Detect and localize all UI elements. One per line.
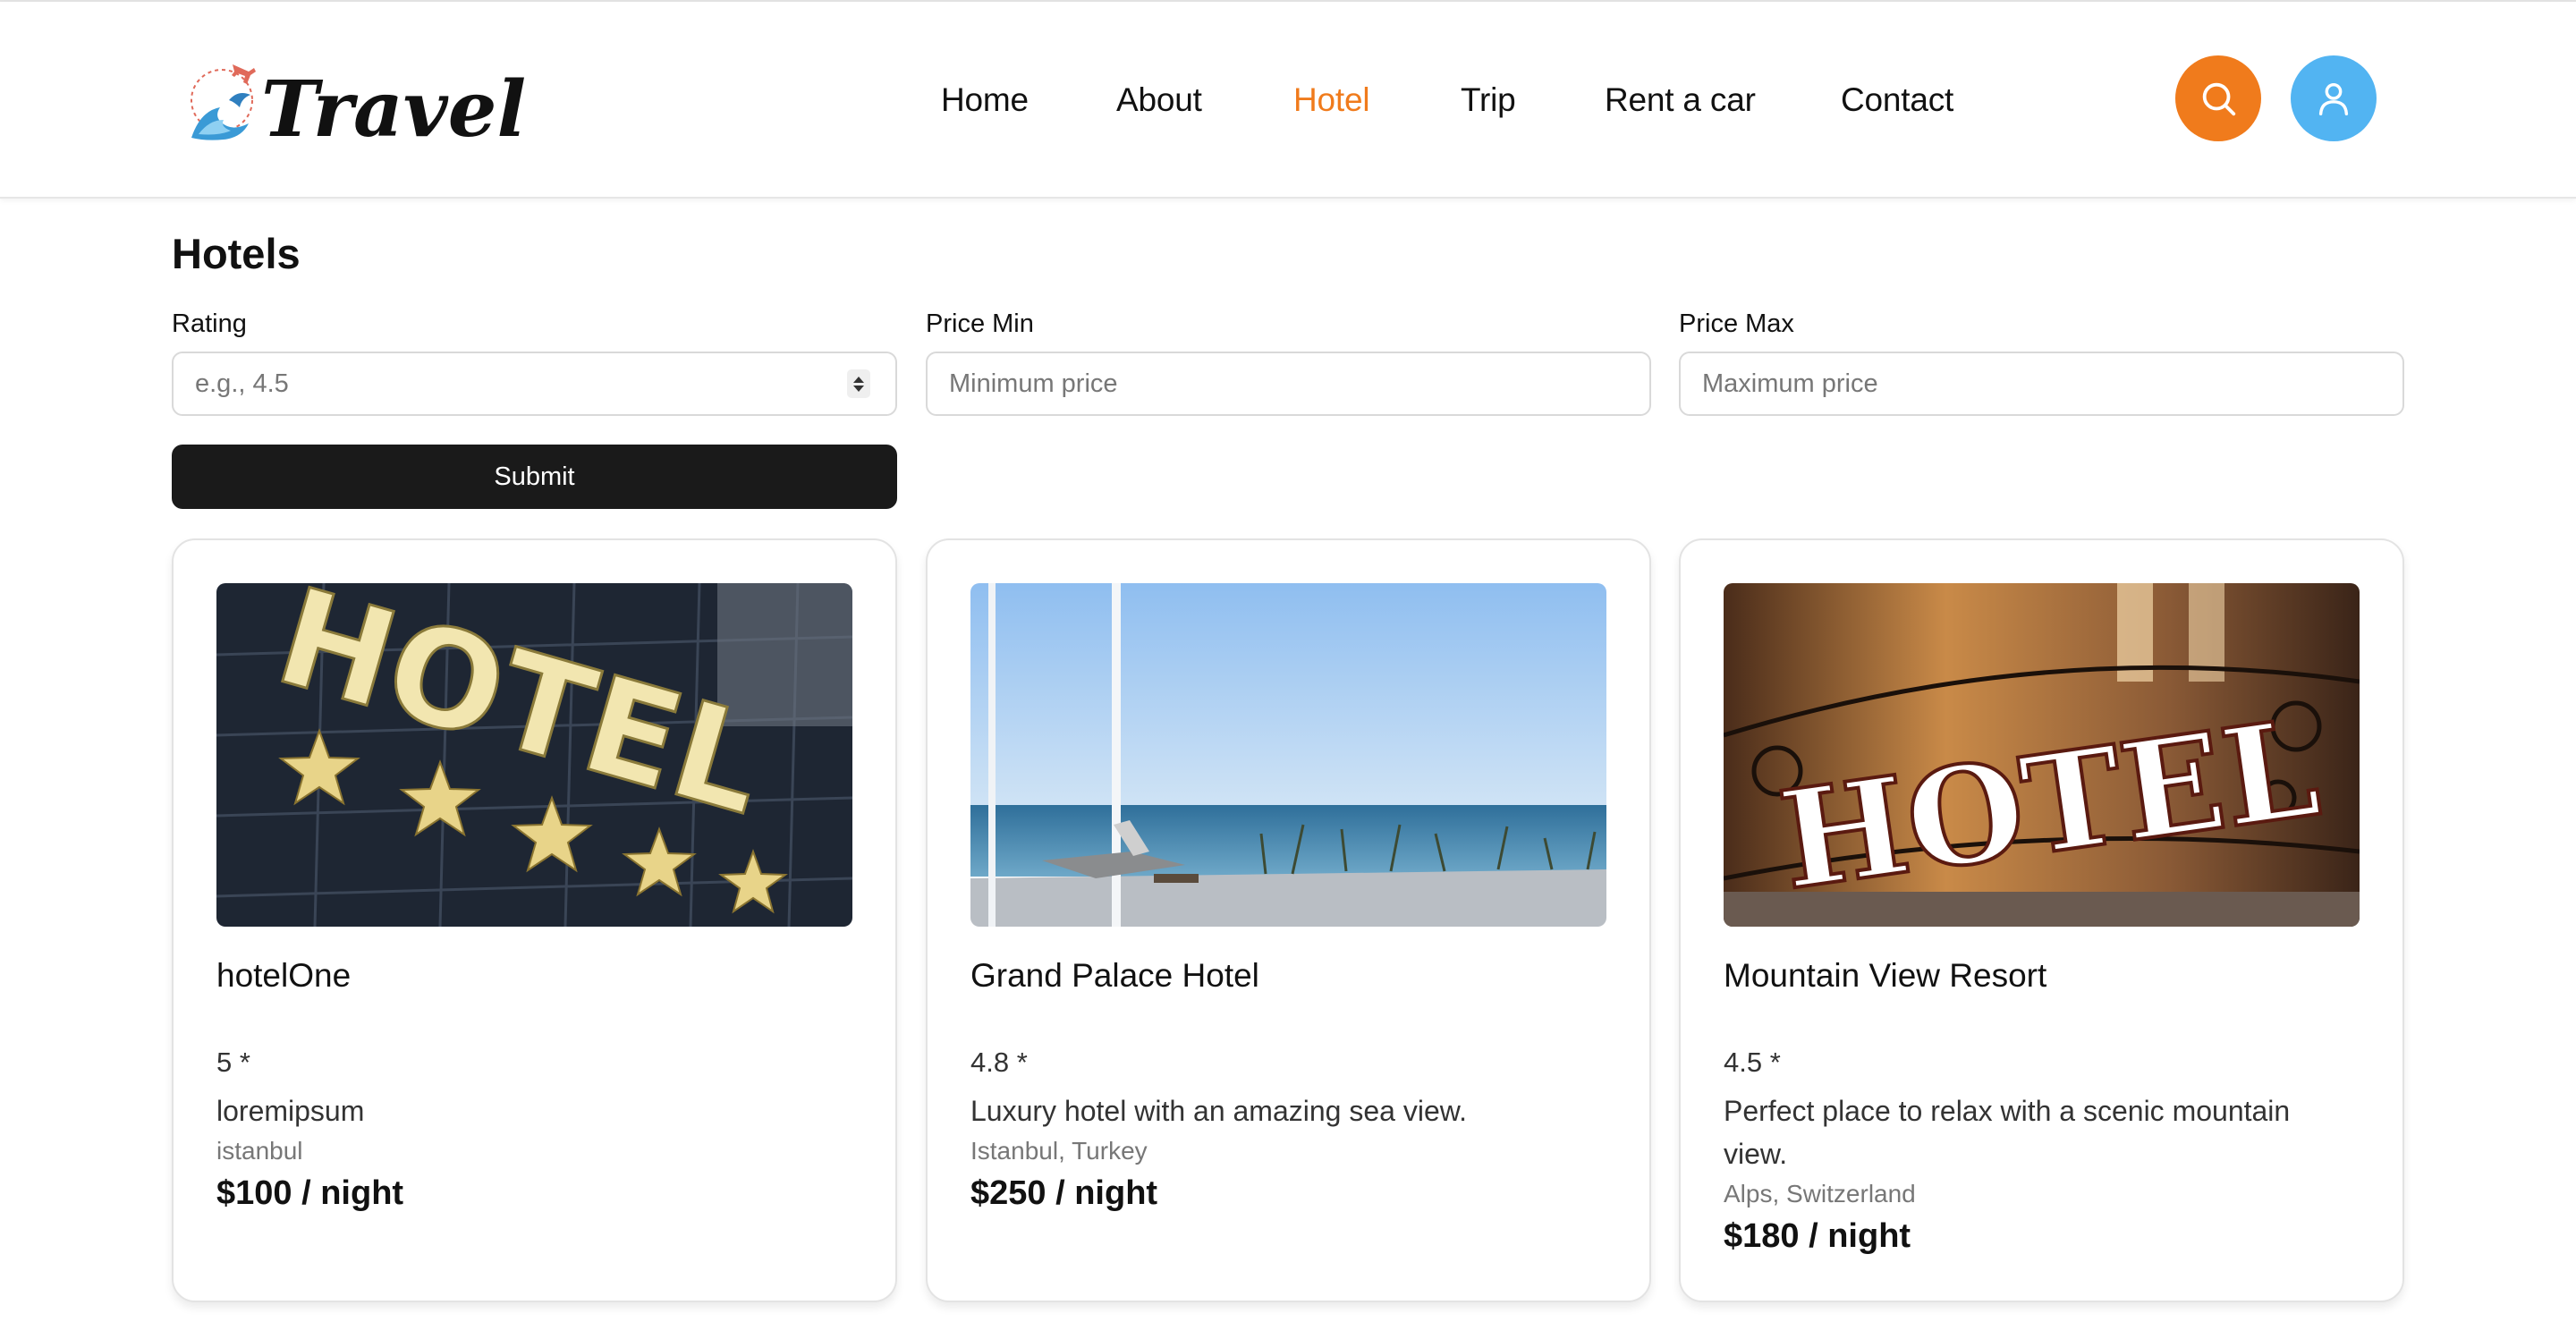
hotel-rating: 5 * (216, 1047, 250, 1078)
hotel-price: $250 / night (970, 1174, 1158, 1212)
user-account-button[interactable] (2291, 55, 2377, 141)
search-icon (2202, 82, 2236, 116)
hotel-card[interactable]: HOTEL hotelOne 5 * loremipsum istanbul $… (172, 538, 897, 1302)
hotel-sign-stars-image: HOTEL (216, 583, 852, 927)
rating-label: Rating (172, 309, 247, 338)
hotel-price: $100 / night (216, 1174, 404, 1212)
stepper-down-icon[interactable] (853, 385, 864, 392)
brand-logo[interactable]: Travel (179, 48, 537, 156)
nav-about[interactable]: About (1116, 75, 1202, 125)
nav-hotel[interactable]: Hotel (1293, 75, 1370, 125)
hotel-location: Istanbul, Turkey (970, 1137, 1148, 1165)
price-max-input[interactable] (1679, 352, 2404, 416)
hotel-description: Luxury hotel with an amazing sea view. (970, 1095, 1467, 1127)
hotel-location: Alps, Switzerland (1724, 1180, 1916, 1208)
travel-logo-icon: Travel (191, 64, 526, 155)
nav-rent-a-car[interactable]: Rent a car (1605, 75, 1756, 125)
page-title: Hotels (172, 230, 301, 277)
hotel-name: Grand Palace Hotel (970, 957, 1259, 994)
search-button[interactable] (2175, 55, 2261, 141)
hotel-rating: 4.5 * (1724, 1047, 1781, 1078)
sea-view-terrace-image (970, 583, 1606, 927)
svg-text:Travel: Travel (261, 64, 526, 155)
hotel-price: $180 / night (1724, 1217, 1911, 1255)
price-max-label: Price Max (1679, 309, 1794, 338)
price-min-input[interactable] (926, 352, 1651, 416)
nav-home[interactable]: Home (941, 75, 1029, 125)
rating-input[interactable] (172, 352, 897, 416)
hotel-card[interactable]: Grand Palace Hotel 4.8 * Luxury hotel wi… (926, 538, 1651, 1302)
hotel-name: Mountain View Resort (1724, 957, 2047, 994)
hotel-name: hotelOne (216, 957, 352, 994)
hotel-balcony-sign-image: HOTEL (1724, 583, 2360, 927)
rating-stepper[interactable] (847, 369, 870, 398)
hotel-location: istanbul (216, 1137, 303, 1165)
submit-button[interactable]: Submit (172, 445, 897, 509)
hotel-description: loremipsum (216, 1095, 365, 1127)
nav-contact[interactable]: Contact (1841, 75, 1953, 125)
nav-trip[interactable]: Trip (1461, 75, 1516, 125)
user-icon (2318, 82, 2349, 115)
price-min-label: Price Min (926, 309, 1034, 338)
hotel-rating: 4.8 * (970, 1047, 1028, 1078)
stepper-up-icon[interactable] (853, 376, 864, 383)
hotel-card[interactable]: HOTEL Mountain View Resort 4.5 * Perfect… (1679, 538, 2404, 1302)
hotel-description: Perfect place to relax with a scenic mou… (1724, 1095, 2291, 1170)
site-header: Travel Home About Hotel Trip Rent a car … (0, 2, 2576, 199)
